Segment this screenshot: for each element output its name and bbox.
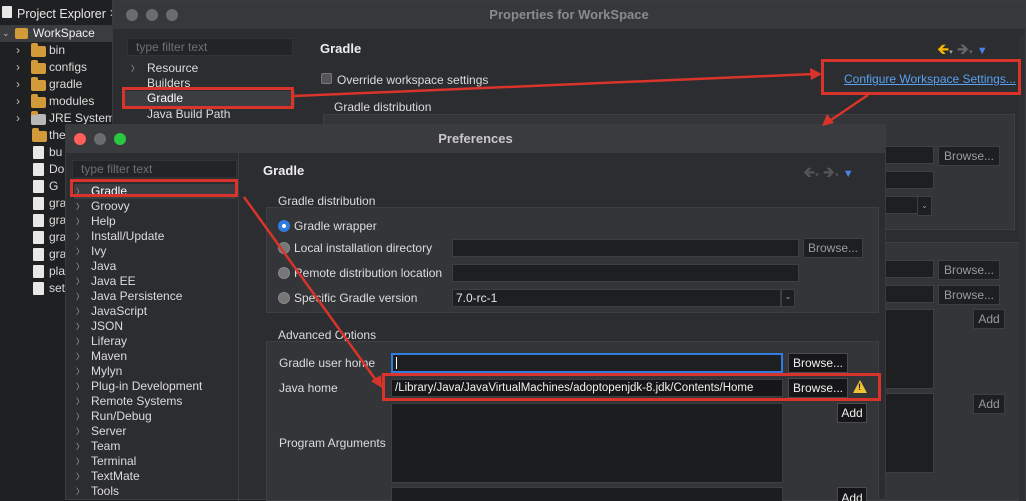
- arrow-to-java-home: [242, 196, 380, 384]
- arrow-to-preferences: [827, 93, 869, 124]
- annotation-arrows: [242, 68, 869, 388]
- arrow-to-configure: [293, 72, 815, 98]
- arrow-head: [810, 68, 822, 80]
